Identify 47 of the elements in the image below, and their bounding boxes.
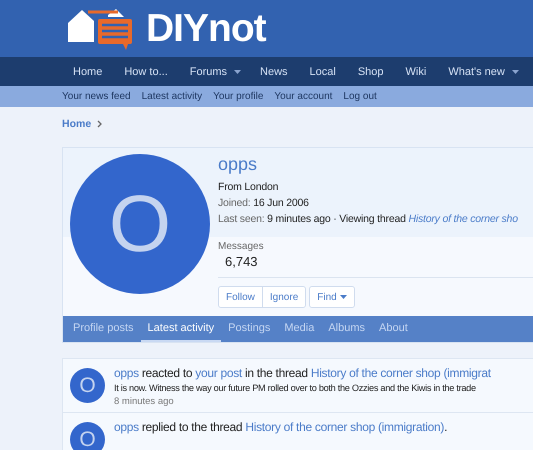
activity-link[interactable]: opps (114, 420, 139, 434)
last-seen-text: Last seen: 9 minutes ago · Viewing thread History of the corner sho (218, 213, 519, 225)
messages-label: Messages (218, 241, 265, 252)
subnav-link[interactable]: Your profile (213, 91, 264, 102)
nav-link[interactable]: What's new (437, 66, 527, 78)
caret-icon (234, 70, 242, 74)
profile-tab[interactable]: Media (277, 316, 322, 342)
activity-link[interactable]: your post (195, 366, 242, 380)
profile-tab[interactable]: Postings (221, 316, 278, 342)
nav-link[interactable]: How to... (113, 66, 179, 78)
nav-link[interactable]: Shop (346, 66, 395, 78)
post-snippet: It is now. Witness the way our future PM rolled over to both the Ozzies and the Kiwis in the trade (114, 383, 477, 393)
breadcrumb-link[interactable]: Home (62, 118, 92, 130)
activity-link[interactable]: History of the corner shop (immigration) (245, 420, 444, 434)
thread-link[interactable]: History of the corner sho (408, 213, 518, 225)
avatar: O (70, 368, 105, 403)
nav-link[interactable]: Local (298, 66, 347, 78)
nav-link[interactable]: News (249, 66, 299, 78)
profile-button[interactable]: Find (309, 286, 355, 308)
messages-count: 6,743 (225, 254, 259, 269)
subnav-link[interactable]: Log out (343, 91, 377, 102)
profile-tab[interactable]: Albums (321, 316, 372, 342)
avatar: O (70, 154, 210, 294)
profile-tab[interactable]: About (372, 316, 415, 342)
username[interactable]: opps (218, 154, 533, 175)
caret-icon (340, 295, 347, 299)
nav-link[interactable]: Home (62, 66, 114, 78)
joined-text: Joined: 16 Jun 2006 (218, 197, 310, 209)
nav-link[interactable]: Wiki (394, 66, 438, 78)
subnav-link[interactable]: Latest activity (142, 91, 202, 102)
nav-link[interactable]: Forums (178, 66, 250, 78)
activity-time: 8 minutes ago (114, 396, 175, 407)
profile-button[interactable]: Ignore (262, 286, 306, 308)
activity-text: opps replied to the thread History of the corner shop (immigration). (114, 420, 448, 434)
caret-icon (512, 70, 519, 74)
profile-tab[interactable]: Profile posts (66, 316, 141, 342)
activity-text: opps reacted to your post in the thread History of the corner shop (immigrat (114, 366, 491, 380)
chevron-right-icon (97, 120, 102, 128)
subnav-link[interactable]: Your account (274, 91, 332, 102)
activity-link[interactable]: opps (114, 366, 139, 380)
avatar: O (70, 422, 105, 450)
profile-button[interactable]: Follow (218, 286, 263, 308)
location-text: From London (218, 181, 280, 193)
subnav-link[interactable]: Your news feed (62, 91, 131, 102)
activity-link[interactable]: History of the corner shop (immigrat (310, 366, 491, 380)
site-logo-text[interactable]: DIYnot (146, 9, 266, 48)
profile-tab[interactable]: Latest activity (140, 316, 222, 342)
